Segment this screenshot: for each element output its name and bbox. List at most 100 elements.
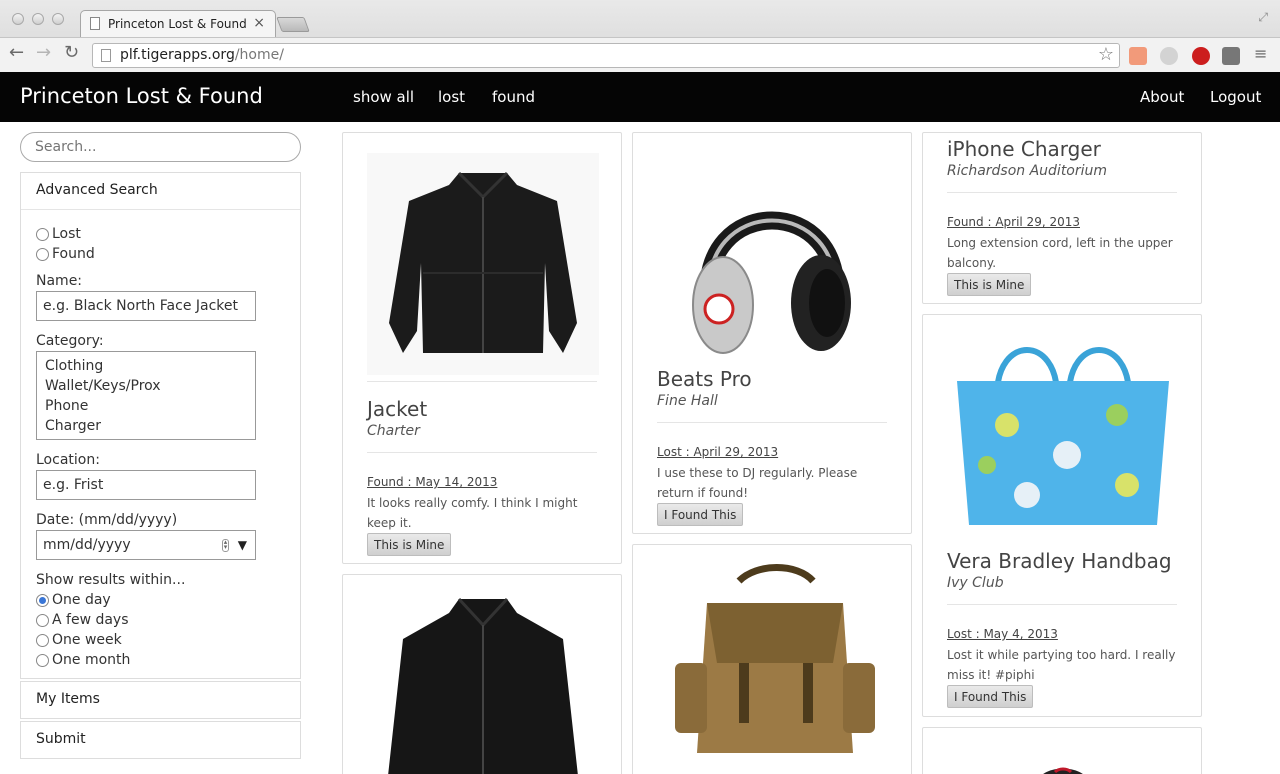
item-location: Charter (367, 423, 420, 439)
location-field[interactable]: e.g. Frist (36, 470, 256, 500)
radio-found[interactable]: Found (36, 244, 285, 264)
item-description: I use these to DJ regularly. Please retu… (657, 466, 858, 500)
item-location: Richardson Auditorium (947, 163, 1108, 179)
nav-logout[interactable]: Logout (1210, 88, 1261, 106)
item-description: It looks really comfy. I think I might k… (367, 496, 578, 530)
hamburger-icon[interactable]: ≡ (1254, 44, 1267, 63)
radio-button[interactable] (36, 633, 49, 647)
radio-button[interactable] (36, 227, 49, 241)
handbag-image[interactable] (947, 335, 1179, 535)
name-field[interactable]: e.g. Black North Face Jacket (36, 291, 256, 321)
nav-lost[interactable]: lost (438, 88, 465, 106)
radio-button[interactable] (36, 613, 49, 627)
dropdown-arrow-icon[interactable]: ▼ (238, 531, 247, 559)
name-label: Name: (36, 273, 83, 289)
date-label: Date: (mm/dd/yyyy) (36, 512, 178, 528)
minimize-window-button[interactable] (32, 13, 44, 25)
radio-label: One week (52, 632, 122, 648)
advanced-search-header[interactable]: Advanced Search (21, 173, 300, 210)
item-title[interactable]: Beats Pro (657, 367, 752, 391)
radio-one-day[interactable]: One day (36, 590, 285, 610)
backpack-image[interactable] (657, 563, 889, 763)
location-label: Location: (36, 452, 100, 468)
date-placeholder: mm/dd/yyyy (43, 537, 131, 553)
category-option[interactable]: Clothing (45, 356, 247, 376)
address-bar[interactable]: plf.tigerapps.org/home/ ☆ (92, 43, 1120, 68)
item-card: Jacket Charter Found : May 14, 2013 It l… (342, 132, 622, 564)
my-items-link[interactable]: My Items (21, 682, 300, 716)
nav-found[interactable]: found (492, 88, 535, 106)
nav-about[interactable]: About (1140, 88, 1184, 106)
close-window-button[interactable] (12, 13, 24, 25)
item-card (922, 727, 1202, 774)
item-card (342, 574, 622, 774)
radio-one-month[interactable]: One month (36, 650, 285, 670)
category-listbox[interactable]: Clothing Wallet/Keys/Prox Phone Charger (36, 351, 256, 440)
radio-button-selected[interactable] (36, 593, 49, 607)
item-card: Vera Bradley Handbag Ivy Club Lost : May… (922, 314, 1202, 717)
item-description: Lost it while partying too hard. I reall… (947, 648, 1176, 682)
browser-tab[interactable]: Princeton Lost & Found × (80, 10, 276, 37)
nav-show-all[interactable]: show all (353, 88, 414, 106)
extension-icon[interactable] (1222, 47, 1240, 65)
item-status: Lost : April 29, 2013 (657, 445, 779, 459)
this-is-mine-button[interactable]: This is Mine (367, 533, 452, 556)
item-status: Found : May 14, 2013 (367, 475, 498, 489)
item-card: Beats Pro Fine Hall Lost : April 29, 201… (632, 132, 912, 534)
radio-label: One day (52, 592, 111, 608)
forward-icon[interactable]: → (36, 42, 51, 63)
sidebar: Advanced Search Lost Found Name: e.g. Bl… (20, 132, 301, 759)
item-location: Ivy Club (947, 575, 1004, 591)
radio-label: A few days (52, 612, 129, 628)
submit-panel[interactable]: Submit (20, 721, 301, 759)
bookmark-star-icon[interactable]: ☆ (1098, 44, 1114, 65)
item-location: Fine Hall (657, 393, 718, 409)
site-title[interactable]: Princeton Lost & Found (20, 84, 263, 108)
date-field[interactable]: mm/dd/yyyy ▴ ▾ ▼ (36, 530, 256, 560)
item-description: Long extension cord, left in the upper b… (947, 236, 1173, 270)
i-found-this-button[interactable]: I Found This (657, 503, 744, 526)
browser-toolbar: ← → ↻ plf.tigerapps.org/home/ ☆ ≡ (0, 37, 1280, 72)
plus-extension-icon[interactable] (1129, 47, 1147, 65)
url-host: plf.tigerapps.org (120, 47, 235, 63)
radio-one-week[interactable]: One week (36, 630, 285, 650)
i-found-this-button[interactable]: I Found This (947, 685, 1034, 708)
radio-label: One month (52, 652, 131, 668)
jacket-image[interactable] (367, 153, 599, 375)
this-is-mine-button[interactable]: This is Mine (947, 273, 1032, 296)
item-card: iPhone Charger Richardson Auditorium Fou… (922, 132, 1202, 304)
zoom-window-button[interactable] (52, 13, 64, 25)
item-title[interactable]: Vera Bradley Handbag (947, 549, 1172, 573)
site-header: Princeton Lost & Found show all lost fou… (0, 72, 1280, 122)
my-items-panel[interactable]: My Items (20, 681, 301, 719)
radio-button[interactable] (36, 247, 49, 261)
page-icon (90, 17, 100, 30)
item-title[interactable]: Jacket (367, 397, 427, 421)
search-input[interactable] (20, 132, 301, 162)
item-title[interactable]: iPhone Charger (947, 137, 1101, 161)
radio-button[interactable] (36, 653, 49, 667)
category-option[interactable]: Phone (45, 396, 247, 416)
item-card (632, 544, 912, 774)
phone-extension-icon[interactable] (1160, 47, 1178, 65)
category-option[interactable]: Charger (45, 416, 247, 436)
radio-label: Found (52, 246, 95, 262)
reload-icon[interactable]: ↻ (64, 42, 79, 63)
stepper-icon[interactable]: ▴ ▾ (222, 539, 229, 552)
submit-link[interactable]: Submit (21, 722, 300, 756)
new-tab-button[interactable] (276, 17, 310, 32)
back-icon[interactable]: ← (9, 42, 24, 63)
tab-close-icon[interactable]: × (253, 15, 265, 31)
radio-lost[interactable]: Lost (36, 224, 285, 244)
jacket-image[interactable] (367, 595, 599, 774)
item-image[interactable] (1033, 762, 1093, 774)
headphones-image[interactable] (657, 153, 889, 355)
radio-label: Lost (52, 226, 81, 242)
advanced-search-panel: Advanced Search Lost Found Name: e.g. Bl… (20, 172, 301, 679)
radio-few-days[interactable]: A few days (36, 610, 285, 630)
fullscreen-icon[interactable]: ⤢ (1258, 10, 1268, 25)
adblock-extension-icon[interactable] (1192, 47, 1210, 65)
category-option[interactable]: Wallet/Keys/Prox (45, 376, 247, 396)
item-status: Lost : May 4, 2013 (947, 627, 1058, 641)
category-label: Category: (36, 333, 104, 349)
